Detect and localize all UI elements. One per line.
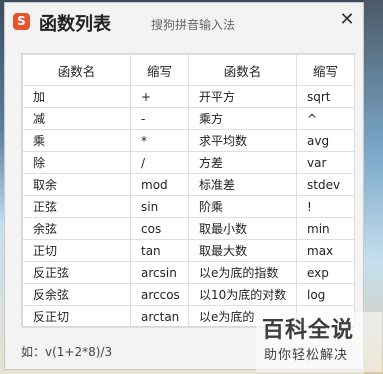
abbreviation-cell: log: [296, 283, 355, 306]
abbreviation-cell: !: [296, 195, 355, 218]
function-name-cell: 取最小数: [188, 217, 297, 240]
sogou-logo-icon: S: [13, 13, 30, 30]
app-name: 搜狗拼音输入法: [151, 18, 236, 32]
table-row: 正弦 sin 阶乘!: [22, 195, 355, 218]
header-function-name-2: 函数名: [188, 54, 297, 86]
abbreviation-cell: avg: [296, 129, 355, 152]
title-bar: S 函数列表 搜狗拼音输入法 ✕: [5, 3, 363, 41]
abbreviation-cell: arctan: [130, 305, 189, 328]
abbreviation-cell: sqrt: [296, 85, 355, 108]
table-row: 加 + 开平方 sqrt: [22, 85, 355, 108]
table-row: 反余弦 arccos 以10为底的对数 log: [22, 283, 355, 306]
table-row: 余弦 cos 取最小数 min: [22, 217, 355, 240]
abbreviation-cell: min: [296, 217, 355, 240]
abbreviation-cell: max: [296, 239, 355, 262]
abbreviation-cell: arcsin: [130, 261, 189, 284]
close-icon[interactable]: ✕: [337, 10, 357, 30]
table-row: 正切 tan 取最大数 max: [22, 239, 355, 262]
abbreviation-cell: ^: [296, 107, 355, 130]
function-name-cell: 反余弦: [22, 283, 131, 306]
function-name-cell: 以10为底的对数: [188, 283, 297, 306]
function-name-cell: 乘: [22, 129, 131, 152]
table-header-row: 函数名 缩写 函数名 缩写: [22, 54, 355, 86]
function-name-cell: 除: [22, 151, 131, 174]
function-name-cell: 反正切: [22, 305, 131, 328]
function-name-cell: 开平方: [188, 85, 297, 108]
table-row: 取余 mod 标准差 stdev: [22, 173, 355, 196]
header-abbreviation: 缩写: [130, 54, 189, 86]
abbreviation-cell: stdev: [296, 173, 355, 196]
function-name-cell: 正切: [22, 239, 131, 262]
header-function-name: 函数名: [22, 54, 131, 86]
table-row: 除 / 方差 var: [22, 151, 355, 174]
function-name-cell: 取最大数: [188, 239, 297, 262]
function-name-cell: 正弦: [22, 195, 131, 218]
function-table: 函数名 缩写 函数名 缩写 加 + 开平方 sqrt 减 - 乘方 ^ 乘 * 求平均数 avg 除 / 方…: [22, 54, 355, 328]
function-name-cell: 标准差: [188, 173, 297, 196]
function-table-container: 函数名 缩写 函数名 缩写 加 + 开平方 sqrt 减 - 乘方 ^ 乘 * 求平均数 avg 除 / 方…: [21, 53, 355, 328]
abbreviation-cell: arccos: [130, 283, 189, 306]
dialog-title: 函数列表: [39, 14, 111, 35]
function-name-cell: 乘方: [188, 107, 297, 130]
table-row: 反正弦 arcsin 以e为底的指数 exp: [22, 261, 355, 284]
watermark-sub: 助你轻松解决: [264, 348, 349, 363]
function-name-cell: 余弦: [22, 217, 131, 240]
watermark: 百科全说 助你轻松解决: [256, 312, 382, 372]
function-name-cell: 反正弦: [22, 261, 131, 284]
function-name-cell: 加: [22, 85, 131, 108]
example-hint: 如：v(1+2*8)/3: [21, 345, 113, 359]
header-abbreviation-2: 缩写: [296, 54, 355, 86]
function-name-cell: 方差: [188, 151, 297, 174]
table-row: 乘 * 求平均数 avg: [22, 129, 355, 152]
function-name-cell: 求平均数: [188, 129, 297, 152]
function-name-cell: 取余: [22, 173, 131, 196]
abbreviation-cell: tan: [130, 239, 189, 262]
function-name-cell: 减: [22, 107, 131, 130]
abbreviation-cell: +: [130, 85, 189, 108]
abbreviation-cell: exp: [296, 261, 355, 284]
abbreviation-cell: var: [296, 151, 355, 174]
table-row: 减 - 乘方 ^: [22, 107, 355, 130]
abbreviation-cell: *: [130, 129, 189, 152]
abbreviation-cell: cos: [130, 217, 189, 240]
abbreviation-cell: /: [130, 151, 189, 174]
function-name-cell: 阶乘: [188, 195, 297, 218]
abbreviation-cell: sin: [130, 195, 189, 218]
function-name-cell: 以e为底的指数: [188, 261, 297, 284]
abbreviation-cell: -: [130, 107, 189, 130]
abbreviation-cell: mod: [130, 173, 189, 196]
watermark-main: 百科全说: [262, 318, 355, 343]
